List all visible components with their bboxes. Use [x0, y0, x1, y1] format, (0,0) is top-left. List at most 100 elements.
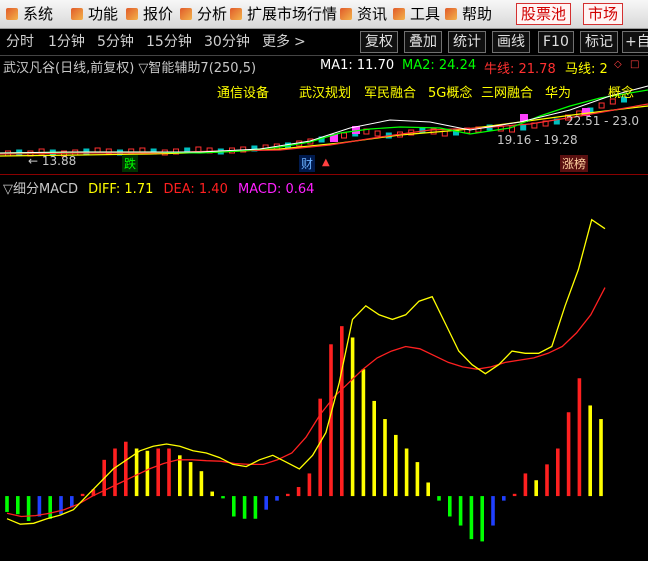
macd-bar — [394, 434, 398, 497]
tools-icon — [393, 8, 405, 20]
candle — [598, 102, 605, 109]
tag-zhangbang[interactable]: 涨榜 — [560, 155, 589, 172]
menu-analysis[interactable]: 分析 — [180, 3, 227, 25]
menu-tools[interactable]: 工具 — [393, 3, 440, 25]
macd-bar — [415, 462, 420, 497]
restore-rights-button[interactable]: 复权 — [360, 31, 398, 53]
custom-button[interactable]: +自 — [622, 31, 648, 53]
macd-pane[interactable]: ▽细分MACD DIFF: 1.71 DEA: 1.40 MACD: 0.64 — [0, 175, 648, 561]
analysis-icon — [180, 8, 192, 20]
mark-button[interactable]: 标记 — [580, 31, 618, 53]
period-15min[interactable]: 15分钟 — [146, 32, 192, 52]
macd-bar — [350, 337, 355, 497]
f10-button[interactable]: F10 — [538, 31, 574, 53]
macd-bar — [156, 448, 160, 497]
candle — [341, 132, 347, 139]
macd-bar — [37, 496, 42, 517]
macd-bar — [556, 448, 560, 497]
macd-bar — [545, 464, 549, 497]
macd-bar — [502, 496, 506, 501]
macd-header: ▽细分MACD DIFF: 1.71 DEA: 1.40 MACD: 0.64 — [3, 178, 320, 197]
chevron-right-icon: > — [294, 34, 306, 50]
menu-help[interactable]: 帮助 — [445, 3, 492, 25]
macd-bar — [178, 455, 182, 497]
tag-die[interactable]: 跌 — [122, 155, 139, 172]
macd-bar — [221, 496, 225, 499]
macd-value-label: MACD: 0.64 — [238, 182, 315, 197]
quotes-icon — [126, 8, 138, 20]
macd-bar — [134, 448, 139, 497]
period-toolbar: 分时 1分钟 5分钟 15分钟 30分钟 更多 > 复权 叠加 统计 画线 F10… — [0, 29, 648, 56]
menu-bar: 系统 功能 报价 分析 扩展市场行情 资讯 工具 帮助 股票池 市场 — [0, 0, 648, 29]
menu-stock-pool[interactable]: 股票池 — [516, 3, 572, 25]
macd-bar — [242, 496, 247, 519]
dea-label: DEA: 1.40 — [163, 182, 228, 197]
macd-bar — [361, 369, 366, 497]
macd-bar — [48, 496, 52, 519]
macd-bar — [145, 450, 150, 497]
macd-bar — [458, 496, 463, 526]
tag-cai[interactable]: 财 — [299, 155, 316, 172]
macd-bar — [523, 473, 528, 497]
menu-news[interactable]: 资讯 — [340, 3, 387, 25]
concept-tail[interactable]: 概念 — [608, 82, 634, 101]
price-pane[interactable]: 武汉凡谷(日线,前复权) ▽智能辅助7(250,5) MA1: 11.70 MA… — [0, 56, 648, 174]
period-timeshare[interactable]: 分时 — [6, 32, 34, 52]
macd-bar — [16, 496, 20, 515]
menu-quotes[interactable]: 报价 — [126, 3, 173, 25]
macd-bar — [286, 493, 290, 497]
macd-bar — [599, 419, 603, 497]
ext-market-icon — [230, 8, 242, 20]
macd-bar — [26, 496, 31, 522]
macd-bar — [275, 496, 279, 501]
macd-bar — [491, 496, 495, 526]
overlay-button[interactable]: 叠加 — [404, 31, 442, 53]
concept-huawei[interactable]: 华为 — [545, 82, 571, 101]
menu-ext-market[interactable]: 扩展市场行情 — [230, 3, 337, 25]
period-more[interactable]: 更多 > — [262, 32, 306, 52]
macd-bar — [307, 473, 312, 497]
concept-telecom[interactable]: 通信设备 — [217, 82, 269, 101]
macd-bar — [5, 496, 9, 512]
macd-bar — [80, 493, 85, 497]
macd-bar — [566, 412, 571, 497]
macd-bar — [113, 448, 117, 497]
statistics-button[interactable]: 统计 — [448, 31, 486, 53]
macd-bar — [577, 378, 582, 497]
news-icon — [340, 8, 352, 20]
concept-5g[interactable]: 5G概念 — [428, 82, 472, 101]
price-range-text: 19.16 - 19.28 — [497, 133, 578, 147]
macd-bar — [199, 471, 204, 497]
period-5min[interactable]: 5分钟 — [97, 32, 134, 52]
concept-triple-network[interactable]: 三网融合 — [481, 82, 533, 101]
macd-bar — [232, 496, 236, 517]
concept-wuhan[interactable]: 武汉规划 — [299, 82, 351, 101]
macd-bar — [534, 480, 538, 497]
menu-market[interactable]: 市场 — [583, 3, 624, 25]
diff-line — [6, 218, 606, 525]
macd-bar — [59, 496, 63, 515]
candle-group — [5, 96, 627, 157]
right-price-text: 22.51 - 23.0 — [566, 114, 640, 128]
concept-military[interactable]: 军民融合 — [364, 82, 416, 101]
menu-system[interactable]: 系统 — [6, 3, 53, 25]
macd-bar — [448, 496, 452, 517]
draw-line-button[interactable]: 画线 — [492, 31, 530, 53]
macd-chart — [5, 218, 606, 542]
macd-bar — [167, 448, 171, 497]
dea-line — [6, 287, 606, 518]
macd-title[interactable]: ▽细分MACD — [3, 182, 78, 197]
macd-bar — [469, 496, 474, 540]
low-price-marker: ← 13.88 — [28, 154, 77, 168]
macd-bar — [296, 487, 301, 497]
menu-function[interactable]: 功能 — [71, 3, 118, 25]
period-1min[interactable]: 1分钟 — [48, 32, 85, 52]
macd-bar — [210, 491, 214, 497]
up-arrow-icon: ▲ — [322, 157, 330, 168]
period-30min[interactable]: 30分钟 — [204, 32, 250, 52]
macd-bar — [383, 419, 387, 497]
macd-bar — [404, 448, 409, 497]
diff-label: DIFF: 1.71 — [88, 182, 154, 197]
system-icon — [6, 8, 18, 20]
help-icon — [445, 8, 457, 20]
